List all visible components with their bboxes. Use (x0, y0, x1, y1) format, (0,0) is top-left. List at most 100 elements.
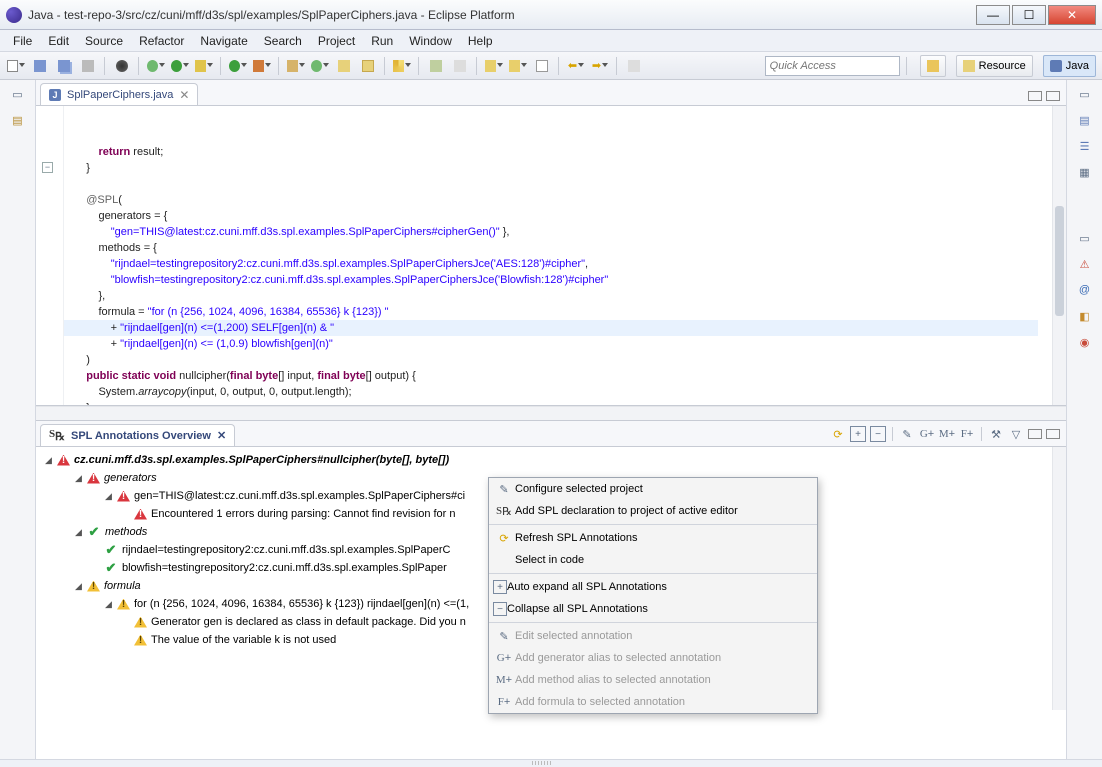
spl-icon: S℞ (49, 428, 65, 443)
code-area[interactable]: return result; } @SPL( generators = { "g… (64, 106, 1052, 405)
annotation-next-button[interactable] (508, 56, 528, 76)
editor-area[interactable]: − return result; } @SPL( generators = { … (36, 106, 1066, 406)
maximize-view-icon[interactable] (1046, 429, 1060, 439)
add-m-icon[interactable]: M+ (939, 426, 955, 442)
save-button[interactable] (30, 56, 50, 76)
menu-file[interactable]: File (6, 32, 39, 50)
expand-icon[interactable]: ◢ (104, 492, 113, 501)
expand-icon[interactable]: ◢ (74, 582, 83, 591)
search-button[interactable] (392, 56, 412, 76)
cm-edit-annotation: ✎Edit selected annotation (489, 625, 817, 647)
minimize-button[interactable]: — (976, 5, 1010, 25)
expand-icon[interactable]: ◢ (74, 528, 83, 537)
menu-run[interactable]: Run (364, 32, 400, 50)
settings-icon[interactable]: ⚒ (988, 426, 1004, 442)
toggle-mark-button[interactable] (426, 56, 446, 76)
tree-formula-warn1-label: Generator gen is declared as class in de… (151, 616, 466, 628)
editor-horizontal-scrollbar[interactable] (36, 406, 1066, 420)
minimize-editor-icon[interactable] (1028, 91, 1042, 101)
spl-overview-tab[interactable]: S℞ SPL Annotations Overview ✕ (40, 424, 235, 446)
collapse-all-icon[interactable]: − (870, 426, 886, 442)
expand-icon[interactable]: ◢ (44, 456, 53, 465)
show-whitespace-button[interactable] (450, 56, 470, 76)
restore-icon[interactable]: ▭ (1077, 86, 1093, 102)
save-all-button[interactable] (54, 56, 74, 76)
cm-configure-project[interactable]: ✎Configure selected project (489, 478, 817, 500)
tree-generator-item-label: gen=THIS@latest:cz.cuni.mff.d3s.spl.exam… (134, 490, 465, 502)
restore-icon[interactable]: ▭ (10, 86, 26, 102)
edit-annotation-icon[interactable]: ✎ (899, 426, 915, 442)
fold-toggle-icon[interactable]: − (42, 162, 53, 173)
pin-editor-button[interactable] (624, 56, 644, 76)
debug-button[interactable] (146, 56, 166, 76)
declaration-icon[interactable]: ◧ (1077, 308, 1093, 324)
menu-navigate[interactable]: Navigate (193, 32, 254, 50)
expand-all-icon[interactable]: + (850, 426, 866, 442)
cm-auto-expand[interactable]: +Auto expand all SPL Annotations (489, 576, 817, 598)
add-f-icon[interactable]: F+ (959, 426, 975, 442)
restore-icon[interactable]: ▭ (1077, 230, 1093, 246)
annotation-prev-button[interactable] (484, 56, 504, 76)
cm-separator (489, 622, 817, 623)
menu-edit[interactable]: Edit (41, 32, 76, 50)
expand-icon[interactable]: ◢ (74, 474, 83, 483)
g-icon: G+ (493, 652, 515, 664)
outline-icon[interactable]: ▤ (1077, 112, 1093, 128)
maximize-button[interactable]: ☐ (1012, 5, 1046, 25)
quick-access-input[interactable] (765, 56, 900, 76)
new-package-button[interactable] (286, 56, 306, 76)
run-button[interactable] (170, 56, 190, 76)
new-button[interactable] (6, 56, 26, 76)
cm-refresh[interactable]: ⟳Refresh SPL Annotations (489, 527, 817, 549)
cm-add-spl[interactable]: S℞Add SPL declaration to project of acti… (489, 500, 817, 522)
expand-icon[interactable]: ◢ (104, 600, 113, 609)
ok-icon: ✔ (104, 543, 118, 557)
menu-search[interactable]: Search (257, 32, 309, 50)
edit-icon: ✎ (493, 630, 515, 643)
package-explorer-icon[interactable]: ▤ (10, 112, 26, 128)
editor-tab[interactable]: J SplPaperCiphers.java ✕ (40, 83, 198, 105)
tree-formula-warn2-label: The value of the variable k is not used (151, 634, 336, 646)
task-list-icon[interactable]: ☰ (1077, 138, 1093, 154)
tree-root[interactable]: ◢ ! cz.cuni.mff.d3s.spl.examples.SplPape… (38, 451, 1064, 469)
last-edit-button[interactable] (532, 56, 552, 76)
error-icon: ! (134, 509, 147, 520)
ext-tools-button[interactable] (252, 56, 272, 76)
editor-tab-bar: J SplPaperCiphers.java ✕ (36, 80, 1066, 106)
palette-icon[interactable]: ▦ (1077, 164, 1093, 180)
coverage-button[interactable] (194, 56, 214, 76)
close-tab-icon[interactable]: ✕ (179, 88, 189, 102)
problems-icon[interactable]: ⚠ (1077, 256, 1093, 272)
run-last-button[interactable] (228, 56, 248, 76)
minimize-view-icon[interactable] (1028, 429, 1042, 439)
tree-vertical-scrollbar[interactable] (1052, 447, 1066, 710)
new-class-button[interactable] (310, 56, 330, 76)
open-perspective-button[interactable] (920, 55, 946, 77)
menu-help[interactable]: Help (461, 32, 500, 50)
editor-vertical-scrollbar[interactable] (1052, 106, 1066, 405)
close-button[interactable]: ✕ (1048, 5, 1096, 25)
view-menu-icon[interactable]: ▽ (1008, 426, 1024, 442)
javadoc-icon[interactable]: @ (1077, 282, 1093, 298)
add-g-icon[interactable]: G+ (919, 426, 935, 442)
menu-window[interactable]: Window (402, 32, 459, 50)
cm-collapse-all[interactable]: −Collapse all SPL Annotations (489, 598, 817, 620)
perspective-java[interactable]: Java (1043, 55, 1096, 77)
print-button[interactable] (78, 56, 98, 76)
back-button[interactable]: ⬅ (566, 56, 586, 76)
build-button[interactable] (112, 56, 132, 76)
console-icon[interactable]: ◉ (1077, 334, 1093, 350)
forward-button[interactable]: ➡ (590, 56, 610, 76)
open-type-button[interactable] (358, 56, 378, 76)
refresh-icon[interactable]: ⟳ (830, 426, 846, 442)
perspective-resource[interactable]: Resource (956, 55, 1033, 77)
tree-method-item-label: blowfish=testingrepository2:cz.cuni.mff.… (122, 562, 447, 574)
cm-select-in-code[interactable]: Select in code (489, 549, 817, 571)
menu-refactor[interactable]: Refactor (132, 32, 191, 50)
maximize-editor-icon[interactable] (1046, 91, 1060, 101)
main-toolbar: ⬅ ➡ Resource Java (0, 52, 1102, 80)
new-folder-button[interactable] (334, 56, 354, 76)
menu-project[interactable]: Project (311, 32, 362, 50)
close-view-icon[interactable]: ✕ (217, 429, 226, 442)
menu-source[interactable]: Source (78, 32, 130, 50)
